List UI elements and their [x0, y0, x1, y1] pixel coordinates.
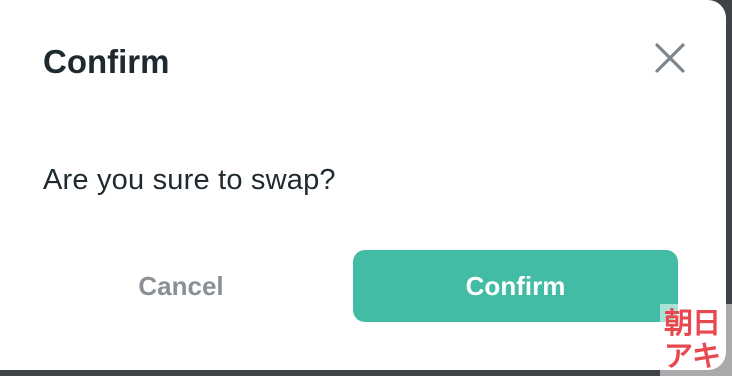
watermark-text-line1: 朝日	[664, 306, 721, 340]
watermark-text-line2: アキ	[664, 339, 721, 373]
close-icon	[655, 43, 685, 73]
dialog-message: Are you sure to swap?	[43, 164, 336, 196]
close-button[interactable]	[650, 38, 690, 78]
cancel-button[interactable]: Cancel	[40, 250, 322, 322]
watermark-logo: 朝日 アキ	[660, 304, 732, 376]
confirm-dialog: Confirm Are you sure to swap? Cancel Con…	[0, 0, 726, 370]
confirm-button[interactable]: Confirm	[353, 250, 678, 322]
dialog-title: Confirm	[43, 43, 170, 80]
